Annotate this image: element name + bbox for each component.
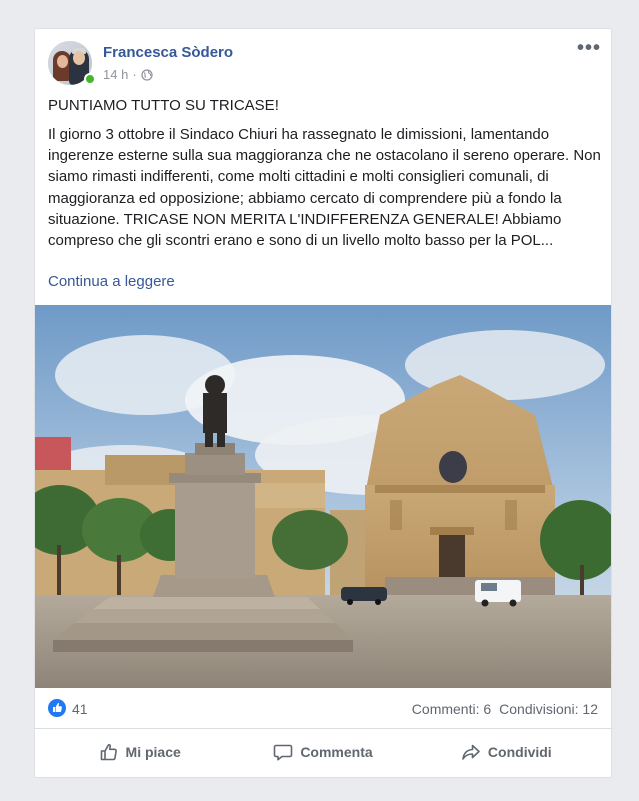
engagement-counts: Commenti: 6 Condivisioni: 12 <box>412 701 598 717</box>
like-count[interactable]: 41 <box>72 701 88 717</box>
tricase-square-photo <box>35 305 611 688</box>
post-meta: 14 h · <box>103 67 153 82</box>
comment-label: Commenta <box>300 744 373 760</box>
shares-count[interactable]: Condivisioni: 12 <box>499 701 598 717</box>
comments-count[interactable]: Commenti: 6 <box>412 701 491 717</box>
post-time[interactable]: 14 h <box>103 67 128 82</box>
post-card: Francesca Sòdero 14 h · ••• PUNTIAMO TUT… <box>34 28 612 778</box>
comment-button[interactable]: Commenta <box>231 735 414 769</box>
share-label: Condividi <box>487 744 552 760</box>
share-arrow-icon <box>462 744 480 760</box>
thumbs-up-icon <box>100 743 117 761</box>
comment-bubble-icon <box>274 744 293 761</box>
continue-reading-link[interactable]: Continua a leggere <box>48 273 175 290</box>
more-options-icon[interactable]: ••• <box>577 38 601 58</box>
share-button[interactable]: Condividi <box>415 735 598 769</box>
post-photo[interactable] <box>35 305 611 688</box>
post-header: Francesca Sòdero 14 h · ••• <box>35 29 611 89</box>
post-actions: Mi piace Commenta Condividi <box>48 731 598 773</box>
post-title: PUNTIAMO TUTTO SU TRICASE! <box>48 97 279 114</box>
post-body: Il giorno 3 ottobre il Sindaco Chiuri ha… <box>48 124 603 251</box>
reactions-bar: 41 Commenti: 6 Condivisioni: 12 <box>35 688 611 729</box>
globe-icon <box>141 68 153 81</box>
online-status-indicator <box>84 73 96 85</box>
like-reaction-icon[interactable] <box>48 699 66 717</box>
like-button[interactable]: Mi piace <box>48 735 231 769</box>
like-label: Mi piace <box>125 744 181 760</box>
author-name[interactable]: Francesca Sòdero <box>103 44 233 61</box>
post-body-text: Il giorno 3 ottobre il Sindaco Chiuri ha… <box>48 126 601 250</box>
meta-separator: · <box>132 67 137 82</box>
